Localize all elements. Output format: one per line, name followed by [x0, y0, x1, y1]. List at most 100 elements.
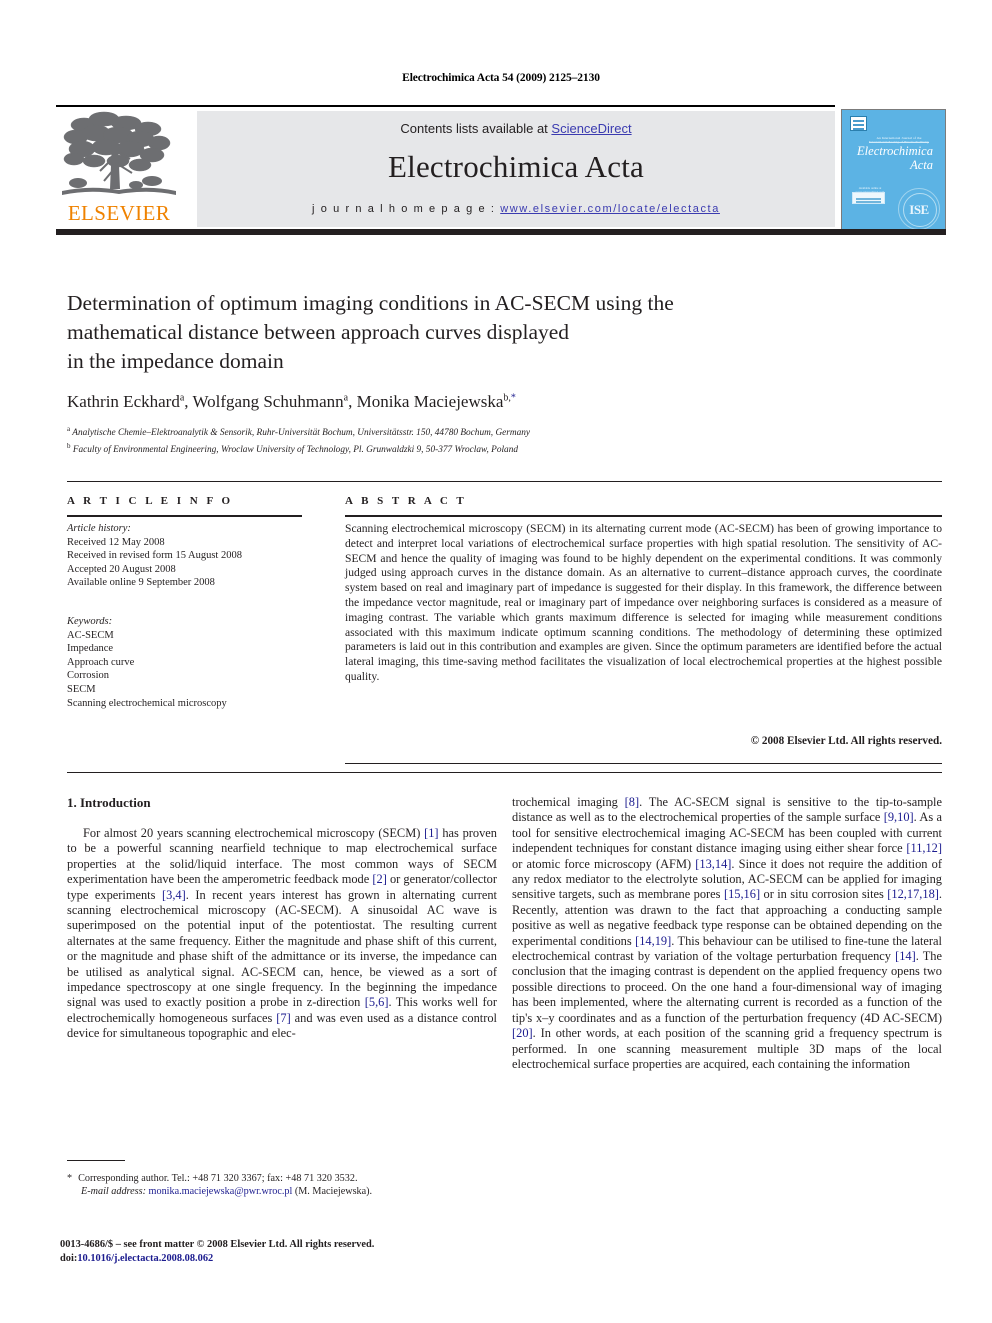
elsevier-logo: ELSEVIER: [60, 111, 178, 227]
page-title: Determination of optimum imaging conditi…: [67, 289, 767, 376]
masthead-top-rule: [56, 105, 835, 107]
text-run: trochemical imaging: [512, 795, 625, 809]
journal-masthead: ELSEVIER Contents lists available at Sci…: [56, 105, 946, 235]
keyword-item: Impedance: [67, 643, 114, 655]
cover-sciencedirect-logo: [852, 192, 885, 204]
keyword-item: Scanning electrochemical microscopy: [67, 697, 227, 709]
journal-homepage-label: j o u r n a l h o m e p a g e :: [312, 203, 501, 215]
citation-ref[interactable]: [20]: [512, 1026, 533, 1040]
history-item: Received 12 May 2008: [67, 536, 165, 548]
author-affil-mark: a: [343, 392, 349, 404]
corresponding-author-marker: *: [510, 392, 516, 404]
footnote-star: *: [67, 1173, 73, 1184]
cover-title-line1: Electrochimica: [857, 144, 933, 158]
ise-logo-icon: ISE: [898, 188, 940, 230]
footnote-rule: [67, 1160, 125, 1161]
affiliation-text: Faculty of Environmental Engineering, Wr…: [72, 445, 518, 456]
citation-ref[interactable]: [13,14]: [695, 857, 731, 871]
cover-title: Electrochimica Acta: [848, 144, 942, 172]
intro-paragraph-continued: trochemical imaging [8]. The AC-SECM sig…: [512, 795, 942, 1072]
abstract-heading: A B S T R A C T: [345, 495, 467, 507]
text-run: or atomic force microscopy (AFM): [512, 856, 696, 871]
journal-homepage-line: j o u r n a l h o m e p a g e : www.else…: [197, 203, 835, 215]
doi-label: doi:: [60, 1253, 78, 1264]
author-name: Monika Maciejewska: [356, 392, 504, 411]
cover-elsevier-icon: [850, 116, 867, 131]
intro-paragraph: For almost 20 years scanning electrochem…: [67, 826, 497, 1042]
elsevier-tree-icon: [62, 111, 176, 195]
footnote-corresponding-text: Corresponding author. Tel.: +48 71 320 3…: [78, 1173, 358, 1184]
corresponding-author-footnote: * Corresponding author. Tel.: +48 71 320 …: [67, 1172, 497, 1199]
affiliation-mark: a: [67, 425, 71, 433]
keyword-item: SECM: [67, 683, 96, 695]
corresponding-email-link[interactable]: monika.maciejewska@pwr.wroc.pl: [149, 1186, 293, 1197]
text-run: . In recent years interest has grown in …: [67, 887, 497, 1010]
paper-page: Electrochimica Acta 54 (2009) 2125–2130: [0, 0, 992, 1323]
citation-ref[interactable]: [7]: [276, 1011, 290, 1025]
history-item: Available online 9 September 2008: [67, 577, 215, 589]
history-item: Received in revised form 15 August 2008: [67, 550, 242, 562]
affiliation-text: Analytische Chemie–Elektroanalytik & Sen…: [72, 428, 531, 439]
text-run: For almost 20 years scanning electrochem…: [83, 826, 425, 840]
masthead-bottom-rule: [56, 229, 946, 235]
citation-ref[interactable]: [11,12]: [906, 841, 942, 855]
title-line-1: Determination of optimum imaging conditi…: [67, 291, 674, 315]
article-history: Article history: Received 12 May 2008 Re…: [67, 522, 302, 590]
citation-ref[interactable]: [9,10]: [884, 810, 914, 824]
contents-available-prefix: Contents lists available at: [400, 121, 552, 136]
article-info-heading: A R T I C L E I N F O: [67, 495, 234, 507]
ise-monogram: ISE: [909, 202, 929, 217]
body-left-column: For almost 20 years scanning electrochem…: [67, 826, 497, 1042]
citation-ref[interactable]: [1]: [424, 826, 438, 840]
affiliation-list: a Analytische Chemie–Elektroanalytik & S…: [67, 423, 887, 457]
journal-banner: Contents lists available at ScienceDirec…: [197, 111, 835, 227]
text-run: or in situ corrosion sites: [760, 887, 888, 902]
keyword-item: Corrosion: [67, 670, 109, 682]
front-matter-line: 0013-4686/$ – see front matter © 2008 El…: [60, 1239, 375, 1250]
citation-ref[interactable]: [15,16]: [724, 887, 760, 901]
abstract-copyright: © 2008 Elsevier Ltd. All rights reserved…: [750, 735, 942, 747]
elsevier-wordmark: ELSEVIER: [67, 201, 171, 225]
author-name: Kathrin Eckhard: [67, 392, 180, 411]
citation-ref[interactable]: [5,6]: [365, 995, 389, 1009]
imprint-block: 0013-4686/$ – see front matter © 2008 El…: [60, 1238, 500, 1266]
cover-rule: [869, 142, 929, 143]
infoblock-bottom-rule: [67, 772, 942, 773]
infoblock-top-rule: [67, 481, 942, 482]
email-label: E-mail address:: [81, 1186, 146, 1198]
history-item: Accepted 20 August 2008: [67, 563, 176, 575]
cover-title-line2: Acta: [910, 158, 933, 172]
section-heading-introduction: 1. Introduction: [67, 795, 151, 810]
journal-cover-thumbnail[interactable]: An International Journal of the Internat…: [841, 109, 946, 231]
running-head: Electrochimica Acta 54 (2009) 2125–2130: [402, 72, 600, 84]
keyword-item: Approach curve: [67, 656, 135, 668]
abstract-rule: [345, 515, 942, 517]
abstract-bottom-rule: [345, 763, 942, 764]
citation-ref[interactable]: [3,4]: [162, 888, 186, 902]
affiliation-mark: b: [67, 442, 71, 451]
email-owner: (M. Maciejewska).: [294, 1186, 373, 1198]
author-name: Wolfgang Schuhmann: [192, 392, 344, 411]
citation-ref[interactable]: [12,17,18]: [887, 887, 939, 901]
text-run: . In other words, at each position of th…: [512, 1026, 942, 1071]
title-line-2: mathematical distance between approach c…: [67, 320, 570, 344]
title-line-3: in the impedance domain: [67, 349, 284, 373]
author-affil-mark: a: [179, 392, 185, 404]
citation-ref[interactable]: [14,19]: [635, 934, 671, 948]
citation-ref[interactable]: [14]: [895, 949, 916, 963]
article-history-label: Article history:: [67, 523, 131, 534]
author-list: Kathrin Eckharda, Wolfgang Schuhmanna, M…: [67, 392, 516, 411]
abstract-text: Scanning electrochemical microscopy (SEC…: [345, 522, 942, 683]
article-info-rule: [67, 515, 302, 517]
citation-ref[interactable]: [8]: [625, 795, 639, 809]
journal-title: Electrochimica Acta: [388, 149, 644, 184]
sciencedirect-link[interactable]: ScienceDirect: [551, 121, 631, 136]
keyword-item: AC-SECM: [67, 629, 114, 641]
author-affil-mark: b,: [503, 392, 511, 404]
contents-available-line: Contents lists available at ScienceDirec…: [197, 121, 835, 136]
journal-homepage-link[interactable]: www.elsevier.com/locate/electacta: [500, 203, 720, 215]
keywords-label: Keywords:: [67, 616, 113, 627]
body-right-column: trochemical imaging [8]. The AC-SECM sig…: [512, 795, 942, 1072]
citation-ref[interactable]: [2]: [372, 872, 386, 886]
doi-value[interactable]: 10.1016/j.electacta.2008.08.062: [77, 1253, 213, 1264]
